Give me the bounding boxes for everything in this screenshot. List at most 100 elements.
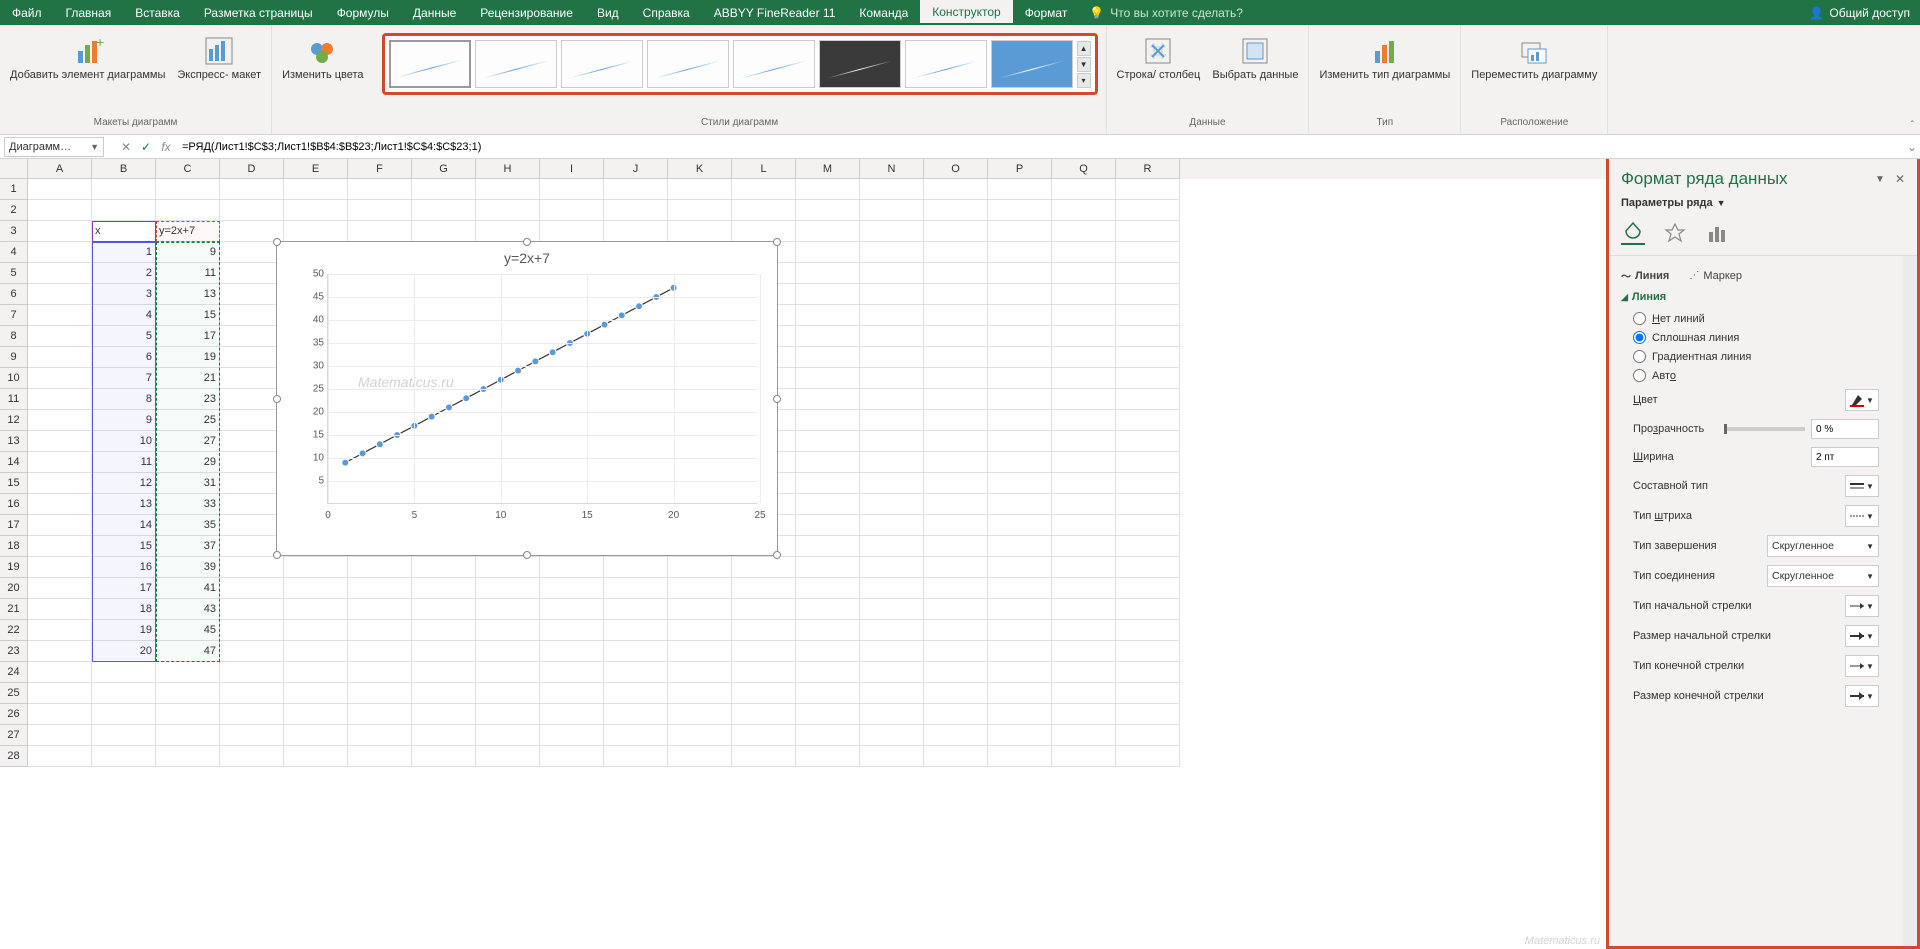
cell-A24[interactable]: [28, 662, 92, 683]
cell-I20[interactable]: [540, 578, 604, 599]
cell-O9[interactable]: [924, 347, 988, 368]
cell-B12[interactable]: 9: [92, 410, 156, 431]
cell-K19[interactable]: [668, 557, 732, 578]
cell-A28[interactable]: [28, 746, 92, 767]
add-chart-element-button[interactable]: + Добавить элемент диаграммы: [8, 33, 167, 84]
cell-M23[interactable]: [796, 641, 860, 662]
cell-D26[interactable]: [220, 704, 284, 725]
chart-title[interactable]: y=2x+7: [277, 242, 777, 274]
cell-H23[interactable]: [476, 641, 540, 662]
cell-Q13[interactable]: [1052, 431, 1116, 452]
col-header-I[interactable]: I: [540, 159, 604, 179]
cell-B26[interactable]: [92, 704, 156, 725]
cell-N7[interactable]: [860, 305, 924, 326]
cell-C1[interactable]: [156, 179, 220, 200]
cell-O23[interactable]: [924, 641, 988, 662]
cell-J25[interactable]: [604, 683, 668, 704]
cell-R14[interactable]: [1116, 452, 1180, 473]
cell-C23[interactable]: 47: [156, 641, 220, 662]
cell-A6[interactable]: [28, 284, 92, 305]
cell-E20[interactable]: [284, 578, 348, 599]
tab-главная[interactable]: Главная: [54, 0, 124, 25]
cell-R11[interactable]: [1116, 389, 1180, 410]
cell-B24[interactable]: [92, 662, 156, 683]
cell-E28[interactable]: [284, 746, 348, 767]
cell-O14[interactable]: [924, 452, 988, 473]
cell-C17[interactable]: 35: [156, 515, 220, 536]
row-header-7[interactable]: 7: [0, 305, 28, 326]
cell-K21[interactable]: [668, 599, 732, 620]
col-header-H[interactable]: H: [476, 159, 540, 179]
tab-вид[interactable]: Вид: [585, 0, 631, 25]
cell-J28[interactable]: [604, 746, 668, 767]
cell-K2[interactable]: [668, 200, 732, 221]
cell-P19[interactable]: [988, 557, 1052, 578]
cell-L28[interactable]: [732, 746, 796, 767]
cell-P18[interactable]: [988, 536, 1052, 557]
cell-A19[interactable]: [28, 557, 92, 578]
cell-H21[interactable]: [476, 599, 540, 620]
cell-A3[interactable]: [28, 221, 92, 242]
cell-L1[interactable]: [732, 179, 796, 200]
cell-J1[interactable]: [604, 179, 668, 200]
cell-I2[interactable]: [540, 200, 604, 221]
cell-O4[interactable]: [924, 242, 988, 263]
cell-K26[interactable]: [668, 704, 732, 725]
cell-F25[interactable]: [348, 683, 412, 704]
cell-F26[interactable]: [348, 704, 412, 725]
cell-N18[interactable]: [860, 536, 924, 557]
cell-P15[interactable]: [988, 473, 1052, 494]
accept-formula-button[interactable]: ✓: [136, 137, 156, 157]
cancel-formula-button[interactable]: ✕: [116, 137, 136, 157]
row-header-11[interactable]: 11: [0, 389, 28, 410]
name-box[interactable]: Диаграмм… ▼: [4, 137, 104, 157]
cell-J2[interactable]: [604, 200, 668, 221]
compound-type-picker[interactable]: ▼: [1845, 475, 1879, 497]
cell-N11[interactable]: [860, 389, 924, 410]
cell-N20[interactable]: [860, 578, 924, 599]
cell-C27[interactable]: [156, 725, 220, 746]
cell-C6[interactable]: 13: [156, 284, 220, 305]
cell-I27[interactable]: [540, 725, 604, 746]
styles-scroll-more[interactable]: ▾: [1077, 73, 1091, 88]
cell-O11[interactable]: [924, 389, 988, 410]
cell-P27[interactable]: [988, 725, 1052, 746]
cell-D2[interactable]: [220, 200, 284, 221]
cell-A10[interactable]: [28, 368, 92, 389]
cell-M26[interactable]: [796, 704, 860, 725]
cell-R5[interactable]: [1116, 263, 1180, 284]
cell-D23[interactable]: [220, 641, 284, 662]
cell-F1[interactable]: [348, 179, 412, 200]
row-header-14[interactable]: 14: [0, 452, 28, 473]
cell-O20[interactable]: [924, 578, 988, 599]
tab-вставка[interactable]: Вставка: [123, 0, 192, 25]
begin-arrow-type-picker[interactable]: ▼: [1845, 595, 1879, 617]
cell-B8[interactable]: 5: [92, 326, 156, 347]
cell-P22[interactable]: [988, 620, 1052, 641]
cell-N28[interactable]: [860, 746, 924, 767]
cell-H2[interactable]: [476, 200, 540, 221]
cell-Q3[interactable]: [1052, 221, 1116, 242]
select-all-corner[interactable]: [0, 159, 28, 179]
row-header-28[interactable]: 28: [0, 746, 28, 767]
col-header-D[interactable]: D: [220, 159, 284, 179]
cell-P9[interactable]: [988, 347, 1052, 368]
cell-B3[interactable]: x: [92, 221, 156, 242]
cell-P2[interactable]: [988, 200, 1052, 221]
cell-H22[interactable]: [476, 620, 540, 641]
cell-Q2[interactable]: [1052, 200, 1116, 221]
cell-C14[interactable]: 29: [156, 452, 220, 473]
chart-plot-area[interactable]: Matematicus.ru 5101520253035404550051015…: [327, 274, 757, 504]
cell-K24[interactable]: [668, 662, 732, 683]
join-type-select[interactable]: Скругленное▼: [1767, 565, 1879, 587]
cell-P20[interactable]: [988, 578, 1052, 599]
quick-layout-button[interactable]: Экспресс- макет: [175, 33, 263, 84]
cell-K22[interactable]: [668, 620, 732, 641]
cell-P14[interactable]: [988, 452, 1052, 473]
effects-tab-icon[interactable]: [1663, 221, 1687, 245]
cell-M20[interactable]: [796, 578, 860, 599]
cell-O6[interactable]: [924, 284, 988, 305]
cell-D27[interactable]: [220, 725, 284, 746]
cell-O1[interactable]: [924, 179, 988, 200]
row-header-22[interactable]: 22: [0, 620, 28, 641]
